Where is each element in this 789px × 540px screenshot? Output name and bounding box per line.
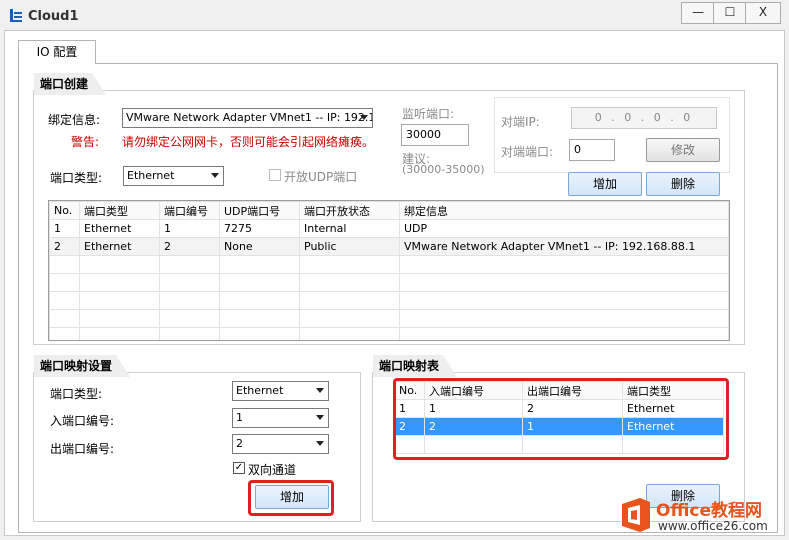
table-cell: Ethernet — [79, 219, 160, 238]
mapping-port-type-value: Ethernet — [236, 384, 284, 397]
bind-info-label: 绑定信息: — [48, 113, 101, 127]
warning-text: 请勿绑定公网网卡，否则可能会引起网络瘫痪。 — [122, 135, 375, 149]
table-cell: 7275 — [219, 219, 300, 238]
minimize-button[interactable]: — — [681, 2, 715, 24]
watermark: Office教程网 www.office26.com — [614, 490, 789, 540]
mapping-port-type-label: 端口类型: — [50, 387, 103, 401]
port-type-label: 端口类型: — [50, 171, 103, 185]
chevron-down-icon — [211, 173, 219, 178]
bidirectional-label: 双向通道 — [248, 463, 297, 477]
table-cell: 1 — [159, 219, 220, 238]
table-cell: Public — [299, 237, 400, 256]
empty-row — [49, 273, 729, 292]
table-cell: Internal — [299, 219, 400, 238]
column-header[interactable]: 绑定信息 — [399, 201, 729, 220]
table-row[interactable]: 1 Ethernet 1 7275 Internal UDP — [49, 219, 729, 238]
empty-row — [49, 309, 729, 328]
mapping-table-title: 端口映射表 — [373, 355, 457, 377]
bind-info-select[interactable]: VMware Network Adapter VMnet1 -- IP: 192… — [122, 108, 373, 128]
port-type-select[interactable]: Ethernet — [123, 166, 224, 186]
peer-port-field[interactable]: 0 — [569, 139, 615, 161]
peer-ip-field[interactable]: 0 . 0 . 0 . 0 — [571, 107, 717, 129]
window-title: Cloud1 — [28, 9, 79, 24]
warning-label: 警告: — [71, 135, 100, 149]
in-port-label: 入端口编号: — [50, 414, 115, 428]
empty-row — [49, 327, 729, 340]
in-port-select[interactable]: 1 — [232, 408, 329, 428]
table-cell: None — [219, 237, 300, 256]
close-button[interactable]: X — [745, 2, 781, 24]
out-port-label: 出端口编号: — [50, 442, 115, 456]
bind-info-value: VMware Network Adapter VMnet1 -- IP: 192… — [126, 111, 373, 124]
bidirectional-checkbox[interactable]: ✓ — [233, 462, 245, 474]
watermark-brand: Office教程网 — [656, 501, 763, 521]
chevron-down-icon — [316, 388, 324, 393]
modify-button[interactable]: 修改 — [646, 138, 720, 162]
chevron-down-icon — [316, 415, 324, 420]
in-port-value: 1 — [236, 411, 243, 424]
listen-port-label: 监听端口: — [402, 107, 455, 121]
table-cell: 2 — [49, 237, 80, 256]
chevron-down-icon — [360, 115, 368, 120]
port-mapping-title: 端口映射设置 — [34, 355, 130, 377]
suggest-range: (30000-35000) — [402, 163, 485, 176]
title-bar: Cloud1 — ☐ X — [0, 0, 789, 30]
table-cell: UDP — [399, 219, 729, 238]
table-cell: 1 — [49, 219, 80, 238]
open-udp-checkbox[interactable] — [269, 169, 281, 181]
delete-port-button[interactable]: 删除 — [646, 172, 720, 196]
column-header[interactable]: UDP端口号 — [219, 201, 300, 220]
chevron-down-icon — [316, 441, 324, 446]
add-mapping-button[interactable]: 增加 — [255, 485, 329, 509]
column-header[interactable]: 端口开放状态 — [299, 201, 400, 220]
table-row[interactable]: 2 Ethernet 2 None Public VMware Network … — [49, 237, 729, 256]
table-cell: 2 — [159, 237, 220, 256]
port-table[interactable]: No. 端口类型 端口编号 UDP端口号 端口开放状态 绑定信息 1 Ether… — [48, 200, 730, 341]
empty-row — [49, 291, 729, 310]
add-port-button[interactable]: 增加 — [568, 172, 642, 196]
port-type-value: Ethernet — [127, 169, 175, 182]
maximize-button[interactable]: ☐ — [713, 2, 747, 24]
mapping-table-highlight — [393, 378, 729, 460]
out-port-select[interactable]: 2 — [232, 434, 329, 454]
out-port-value: 2 — [236, 437, 243, 450]
mapping-port-type-select[interactable]: Ethernet — [232, 381, 329, 401]
table-header: No. 端口类型 端口编号 UDP端口号 端口开放状态 绑定信息 — [49, 201, 729, 220]
office-logo-icon — [622, 498, 650, 532]
open-udp-label: 开放UDP端口 — [284, 170, 358, 184]
column-header[interactable]: 端口编号 — [159, 201, 220, 220]
cloud-app-icon — [10, 9, 22, 22]
watermark-url: www.office26.com — [658, 519, 768, 533]
table-cell: VMware Network Adapter VMnet1 -- IP: 192… — [399, 237, 729, 256]
column-header[interactable]: No. — [49, 201, 80, 220]
column-header[interactable]: 端口类型 — [79, 201, 160, 220]
peer-port-label: 对端端口: — [501, 145, 554, 159]
empty-row — [49, 255, 729, 274]
tab-io-config[interactable]: IO 配置 — [18, 40, 96, 64]
listen-port-field[interactable]: 30000 — [401, 124, 469, 146]
table-cell: Ethernet — [79, 237, 160, 256]
peer-ip-label: 对端IP: — [501, 115, 540, 129]
